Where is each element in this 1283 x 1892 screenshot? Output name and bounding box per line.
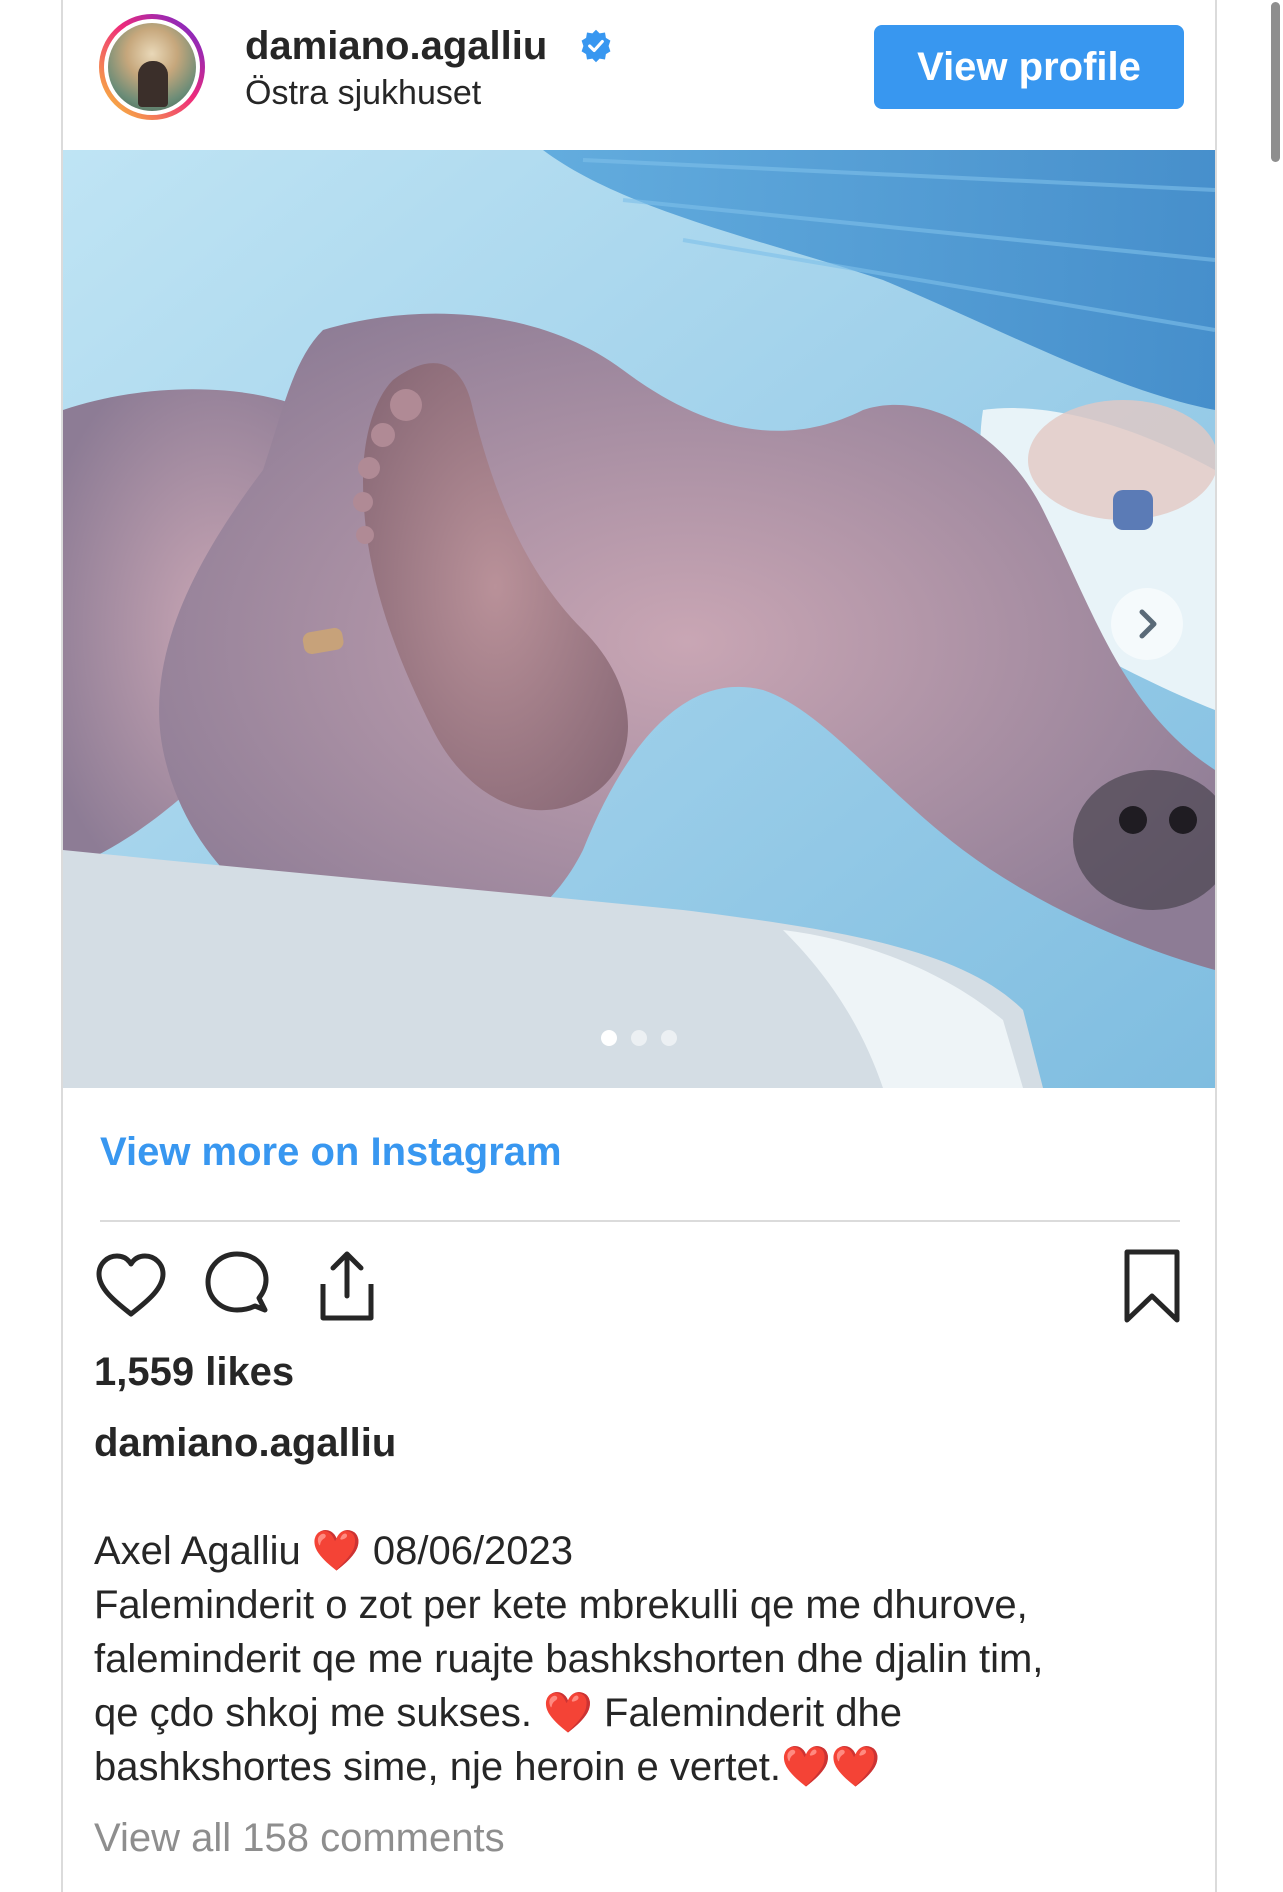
caption-username[interactable]: damiano.agalliu (94, 1421, 396, 1466)
baby-foot-photo (63, 150, 1215, 1088)
red-hearts-emoji: ❤️❤️ (781, 1744, 881, 1790)
red-heart-emoji: ❤️ (543, 1690, 593, 1736)
carousel-next-button[interactable] (1111, 588, 1183, 660)
avatar-frame (104, 19, 200, 115)
instagram-embed-card: damiano.agalliu Östra sjukhuset View pro… (61, 0, 1217, 1892)
post-caption: Axel Agalliu ❤️ 08/06/2023 Faleminderit … (94, 1524, 1174, 1794)
avatar[interactable] (99, 14, 205, 120)
caption-date: 08/06/2023 (361, 1529, 574, 1573)
avatar-person (138, 61, 168, 107)
post-header: damiano.agalliu Östra sjukhuset View pro… (63, 0, 1215, 150)
carousel-dot-1[interactable] (601, 1030, 617, 1046)
view-profile-button[interactable]: View profile (874, 25, 1184, 109)
carousel-dots (601, 1030, 677, 1046)
caption-text: Faleminderit dhe (592, 1691, 902, 1735)
caption-line-2: Faleminderit o zot per kete mbrekulli qe… (94, 1583, 1028, 1627)
caption-line-1: Axel Agalliu ❤️ 08/06/2023 (94, 1524, 1174, 1578)
post-location[interactable]: Östra sjukhuset (245, 74, 481, 113)
share-upload-icon[interactable] (309, 1246, 385, 1326)
view-more-link[interactable]: View more on Instagram (100, 1130, 562, 1175)
red-heart-emoji: ❤️ (311, 1528, 362, 1574)
divider (100, 1220, 1180, 1222)
caption-text: bashkshortes sime, nje heroin e vertet. (94, 1745, 782, 1789)
post-username[interactable]: damiano.agalliu (245, 24, 547, 69)
likes-count[interactable]: 1,559 likes (94, 1350, 294, 1395)
caption-line-3: faleminderit qe me ruajte bashkshorten d… (94, 1637, 1044, 1681)
instagram-embed-page: damiano.agalliu Östra sjukhuset View pro… (0, 0, 1283, 1892)
caption-line-4: qe çdo shkoj me sukses. ❤️ Faleminderit … (94, 1686, 1174, 1740)
comment-bubble-icon[interactable] (199, 1246, 275, 1326)
caption-text: qe çdo shkoj me sukses. (94, 1691, 544, 1735)
scrollbar[interactable] (1271, 2, 1280, 162)
caption-text: Axel Agalliu (94, 1529, 312, 1573)
caption-line-5: bashkshortes sime, nje heroin e vertet.❤… (94, 1740, 1174, 1794)
bookmark-icon[interactable] (1119, 1246, 1185, 1326)
carousel-dot-2[interactable] (631, 1030, 647, 1046)
chevron-right-icon (1139, 609, 1157, 639)
post-photo[interactable] (63, 150, 1215, 1088)
heart-outline-icon[interactable] (93, 1246, 169, 1326)
verified-badge-icon (581, 29, 611, 63)
avatar-photo (108, 23, 196, 111)
view-all-comments-link[interactable]: View all 158 comments (94, 1816, 505, 1861)
carousel-dot-3[interactable] (661, 1030, 677, 1046)
